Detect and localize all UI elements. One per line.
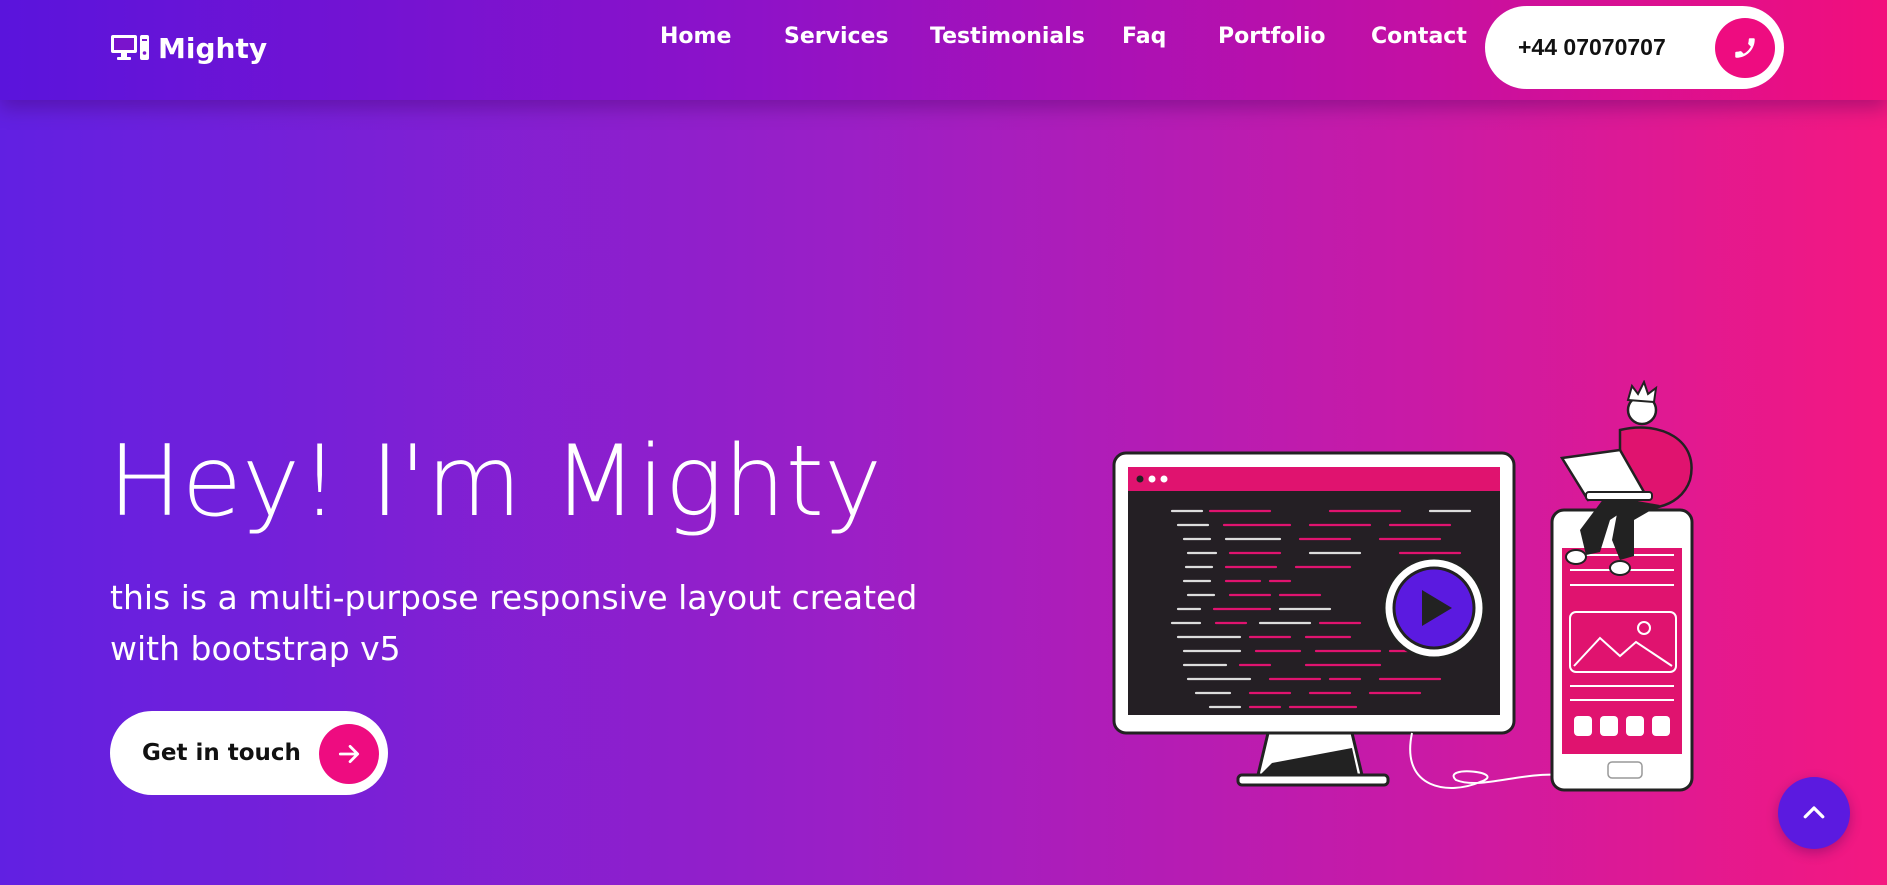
brand-logo[interactable]: Mighty (110, 30, 267, 66)
nav-link-services[interactable]: Services (784, 22, 889, 52)
get-in-touch-button[interactable]: Get in touch (110, 711, 388, 795)
chevron-up-icon (1803, 806, 1825, 819)
phone-number: +44 07070707 (1518, 34, 1666, 60)
nav-link-portfolio[interactable]: Portfolio (1218, 22, 1326, 52)
navbar: Mighty Home Services Testimonials Faq Po… (0, 0, 1887, 100)
phone-button[interactable]: +44 07070707 (1485, 6, 1784, 89)
phone-icon-circle (1715, 18, 1775, 78)
get-in-touch-label: Get in touch (142, 740, 301, 766)
scroll-to-top-button[interactable] (1778, 777, 1850, 849)
phone-icon (1735, 38, 1755, 58)
nav-link-faq[interactable]: Faq (1122, 22, 1166, 52)
brand-name: Mighty (158, 31, 268, 65)
nav-link-home[interactable]: Home (660, 22, 731, 52)
monitor-illustration (1112, 451, 1561, 789)
nav-link-testimonials[interactable]: Testimonials (930, 22, 1085, 52)
arrow-right-icon (338, 745, 360, 763)
cta-icon-circle (319, 724, 379, 784)
desktop-computer-icon (111, 35, 149, 60)
hero-title: Hey! I'm Mighty (108, 425, 882, 539)
nav-link-contact[interactable]: Contact (1371, 22, 1467, 52)
developer-illustration (1112, 380, 1694, 792)
hero-subtitle: this is a multi-purpose responsive layou… (110, 578, 918, 668)
